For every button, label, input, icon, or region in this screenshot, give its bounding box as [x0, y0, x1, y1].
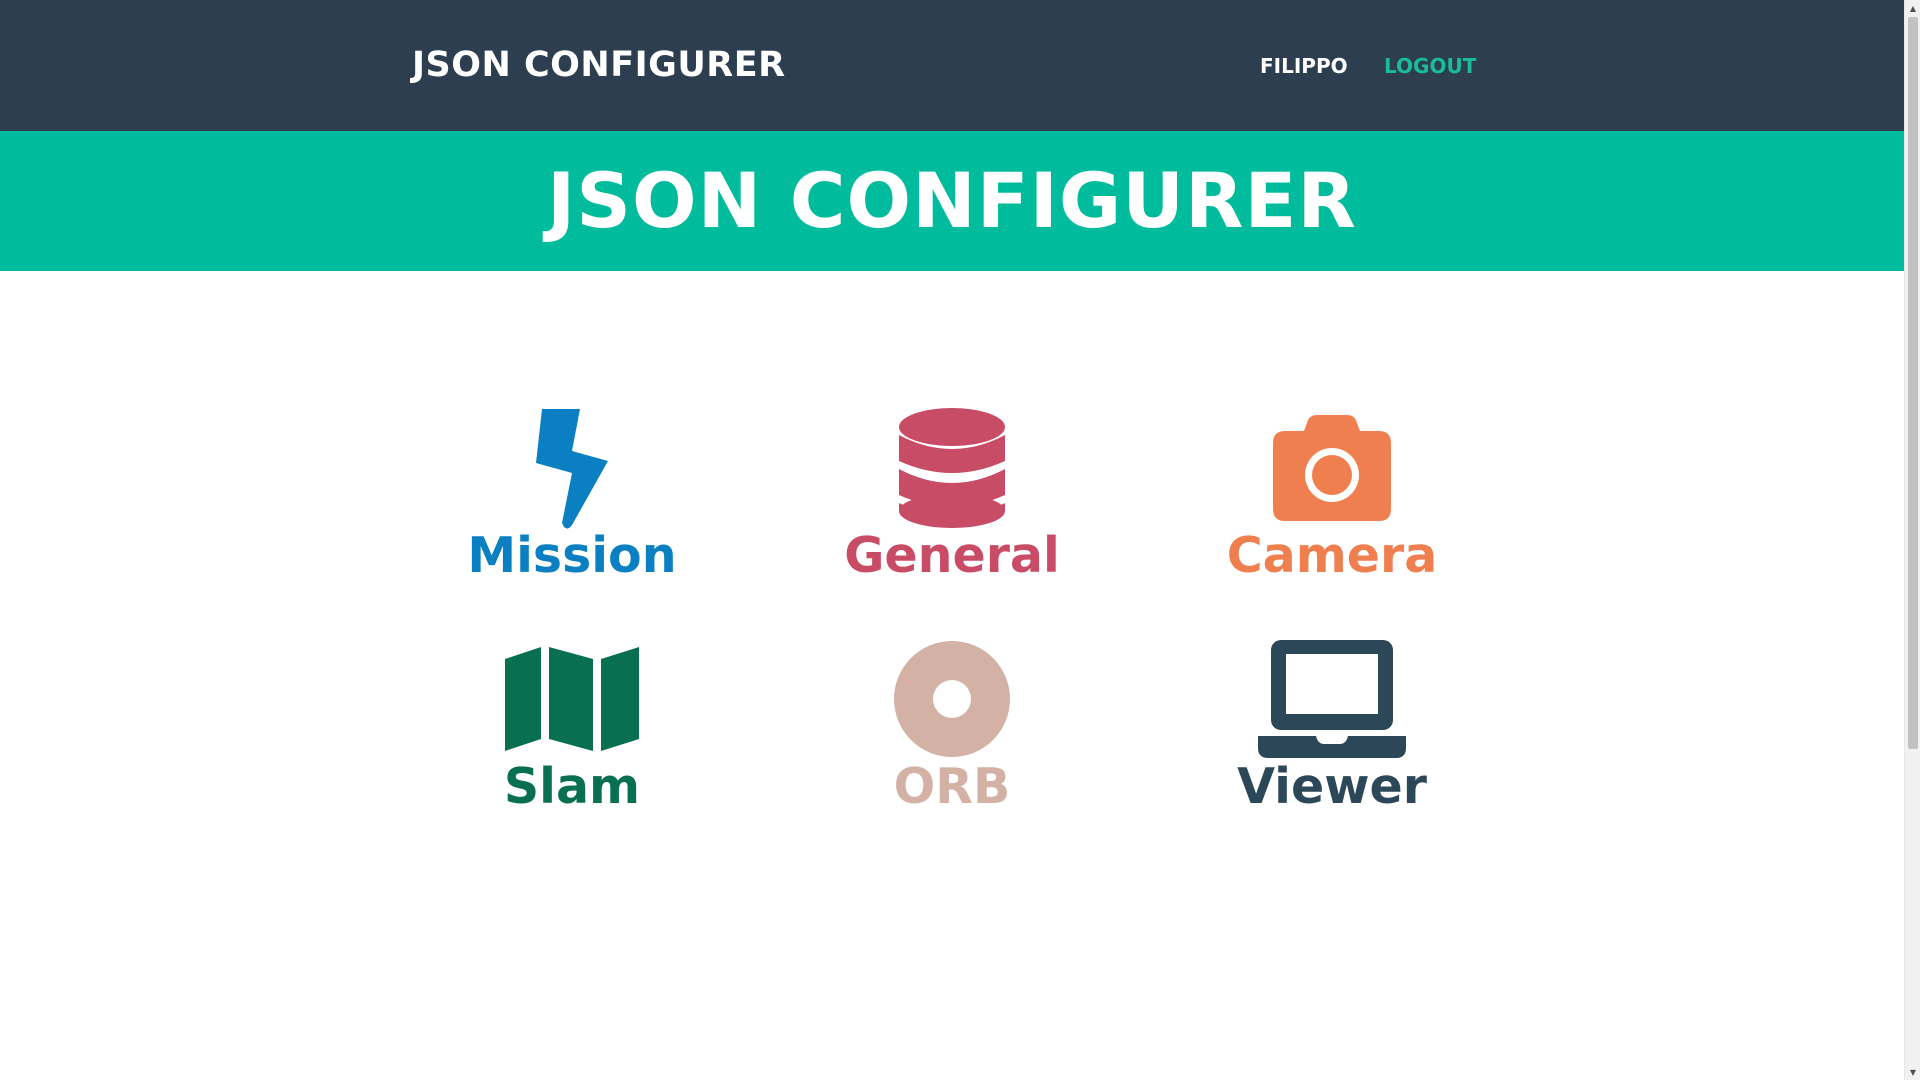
scroll-thumb[interactable]: [1908, 17, 1918, 749]
brand-link[interactable]: JSON CONFIGURER: [412, 43, 786, 87]
laptop-icon: [1172, 636, 1492, 761]
map-icon: [412, 636, 732, 761]
camera-icon: [1172, 405, 1492, 530]
tile-label: Slam: [503, 758, 641, 815]
tile-general[interactable]: General: [792, 405, 1112, 605]
tile-label: General: [844, 527, 1060, 584]
user-link[interactable]: FILIPPO: [1260, 52, 1348, 80]
tile-slam[interactable]: Slam: [412, 636, 732, 836]
page: JSON CONFIGURER FILIPPO LOGOUT JSON CONF…: [0, 0, 1904, 1080]
tile-label: Camera: [1226, 527, 1438, 584]
page-title: JSON CONFIGURER: [547, 156, 1357, 245]
scroll-down-arrow-icon[interactable]: ▼: [1905, 1064, 1920, 1080]
top-navbar: JSON CONFIGURER FILIPPO LOGOUT: [0, 0, 1904, 131]
tile-orb[interactable]: ORB: [792, 636, 1112, 836]
tile-viewer[interactable]: Viewer: [1172, 636, 1492, 836]
tile-label: ORB: [893, 758, 1011, 815]
tile-camera[interactable]: Camera: [1172, 405, 1492, 605]
dot-circle-icon: [792, 636, 1112, 761]
database-icon: [792, 405, 1112, 530]
logout-link[interactable]: LOGOUT: [1384, 52, 1476, 80]
tile-mission[interactable]: Mission: [412, 405, 732, 605]
tile-label: Viewer: [1237, 758, 1427, 815]
header-banner: JSON CONFIGURER: [0, 131, 1904, 271]
bolt-icon: [412, 405, 732, 530]
scroll-up-arrow-icon[interactable]: ▲: [1905, 0, 1920, 16]
vertical-scrollbar[interactable]: ▲ ▼: [1904, 0, 1920, 1080]
tile-label: Mission: [467, 527, 677, 584]
